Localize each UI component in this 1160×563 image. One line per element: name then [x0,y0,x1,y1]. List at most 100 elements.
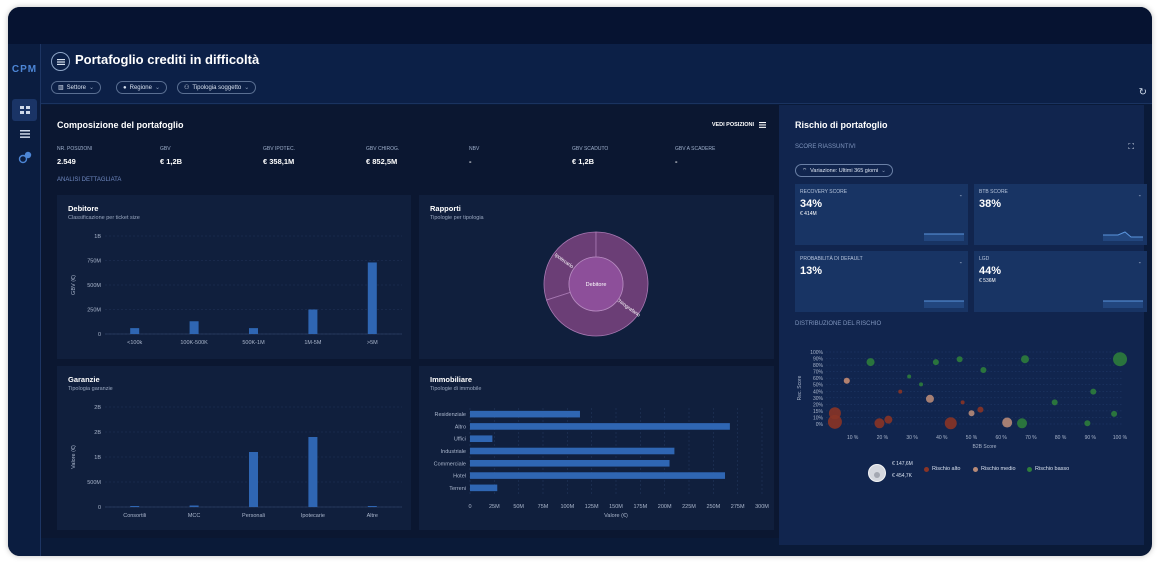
y-tick-label: 100% [810,350,823,356]
kpi-sub: € 536M [979,278,996,284]
y-tick-label: Hotel [453,474,466,480]
scatter-point [1113,352,1128,367]
x-tick-label: 275M [731,504,745,510]
y-tick-label: 1B [94,234,101,240]
x-tick-label: 125M [585,504,599,510]
scatter-point [874,418,885,429]
grid-icon[interactable] [12,99,37,121]
summary-label: SCORE RIASSUNTIVI [795,144,856,150]
legend-label: Rischio alto [932,466,961,472]
bar [189,505,199,507]
y-tick-label: Terreni [449,486,466,492]
composition-title: Composizione del portafoglio [57,120,184,130]
x-tick-label: 10 % [847,435,859,441]
y-axis-label: Valore (€) [71,445,77,469]
x-tick-label: Ipotecarie [301,513,325,519]
bar [470,423,730,430]
bar [470,459,670,467]
app-logo[interactable]: CPM [9,64,40,75]
variation-select[interactable]: ⌔ Variazione: Ultimi 365 giorni ⌄ [795,164,893,177]
kpi-label: PROBABILITÀ DI DEFAULT [800,256,863,262]
kpi-label: GBV SCADUTO [572,146,609,152]
scatter-point [944,417,957,430]
x-tick-label: 30 % [906,435,918,441]
list-icon[interactable] [12,123,37,145]
filter-settore-label: Settore [66,84,87,91]
scatter-point [1002,417,1013,428]
x-tick-label: >5M [367,340,378,346]
filter-icon: ⌔ [802,168,808,174]
y-tick-label: 15% [813,409,824,415]
scatter-point [843,377,850,384]
y-tick-label: Uffici [454,437,466,443]
scatter-point [956,356,963,363]
y-tick-label: 0% [816,422,824,428]
immobiliare-card: Immobiliare Tipologie di immobile 0 25M 50… [419,366,774,530]
expand-icon[interactable]: ⛶ [1128,142,1134,152]
kpi-value: - [675,157,678,166]
risk-title: Rischio di portafoglio [795,120,888,130]
scatter-point [932,359,939,366]
kpi-label: GBV A SCADERE [675,146,716,152]
kpi-value: € 358,1M [263,157,295,166]
debitore-card: Debitore Classificazione per ticket size… [57,195,411,359]
y-tick-label: 0 [98,505,101,511]
y-tick-label: 500M [87,283,101,289]
bar [470,410,580,418]
y-axis-label: Rec. Score [797,375,803,400]
location-pin-icon: ● [123,84,127,91]
scatter-point [1017,418,1028,429]
y-tick-label: 80% [813,363,824,369]
filter-settore[interactable]: ▥ Settore ⌄ [51,81,102,94]
kpi-label: NR. POSIZIONI [57,146,93,152]
risk-kpi-card: PROBABILITÀ DI DEFAULT 13% - [795,251,968,312]
kpi-value: - [469,157,472,166]
x-tick-label: Consortili [123,513,146,519]
filter-regione[interactable]: ● Regione ⌄ [116,81,168,94]
scatter-point [925,394,934,403]
scatter-point [907,374,912,379]
x-tick-label: Altre [367,513,378,519]
y-tick-label: 60% [813,376,824,382]
sparkline [1103,300,1143,308]
bar [130,506,140,507]
kpi-label: BTB SCORE [979,189,1008,195]
filter-tipologia-soggetto[interactable]: ⚇ Tipologia soggetto ⌄ [177,81,257,94]
variation-label: Variazione: Ultimi 365 giorni [810,167,879,174]
kpi-label: GBV IPOTEC. [263,146,295,152]
y-tick-label: 70% [813,370,824,376]
legend-dot [973,467,978,472]
filter-regione-label: Regione [129,84,152,91]
bar [470,435,493,443]
legend-label: Rischio medio [981,466,1016,472]
y-tick-label: Commerciale [434,461,466,467]
x-tick-label: 0 [468,504,471,510]
view-positions-button[interactable]: VEDI POSIZIONI [712,122,766,128]
kpi-value: 38% [979,198,1002,210]
chevron-down-icon: ⌄ [244,85,250,91]
scatter-point [968,410,975,417]
sparkline [1103,231,1143,241]
garanzie-card: Garanzie Tipologia garanzie 0 500M 1B 2B 2B C… [57,366,411,530]
kpi-label: GBV CHIROG. [366,146,400,152]
sparkline [924,233,964,241]
bar [367,262,377,334]
bar [189,321,199,334]
kpi-value: 34% [800,198,823,210]
scatter-point [1090,388,1097,395]
kpi-label: RECOVERY SCORE [800,189,848,195]
y-axis-label: GBV (€) [71,275,77,295]
legend-label: Rischio basso [1035,466,1070,472]
risk-kpi-card: RECOVERY SCORE 34% € 414M - [795,184,968,245]
x-tick-label: 150M [609,504,623,510]
refresh-icon[interactable]: ↻ [1139,87,1147,98]
immobiliare-chart: 0 25M 50M 75M 100M 125M 150M 175M 200M 225M 250M 27… [434,408,769,519]
scatter-point [1084,420,1091,427]
kpi-dash: - [959,260,962,267]
scatter-point [977,406,984,413]
y-tick-label: 250M [87,308,101,314]
menu-icon[interactable] [51,52,70,71]
legend-dot [924,467,929,472]
users-badge-icon[interactable] [12,147,37,169]
y-tick-label: 2B [94,405,101,411]
